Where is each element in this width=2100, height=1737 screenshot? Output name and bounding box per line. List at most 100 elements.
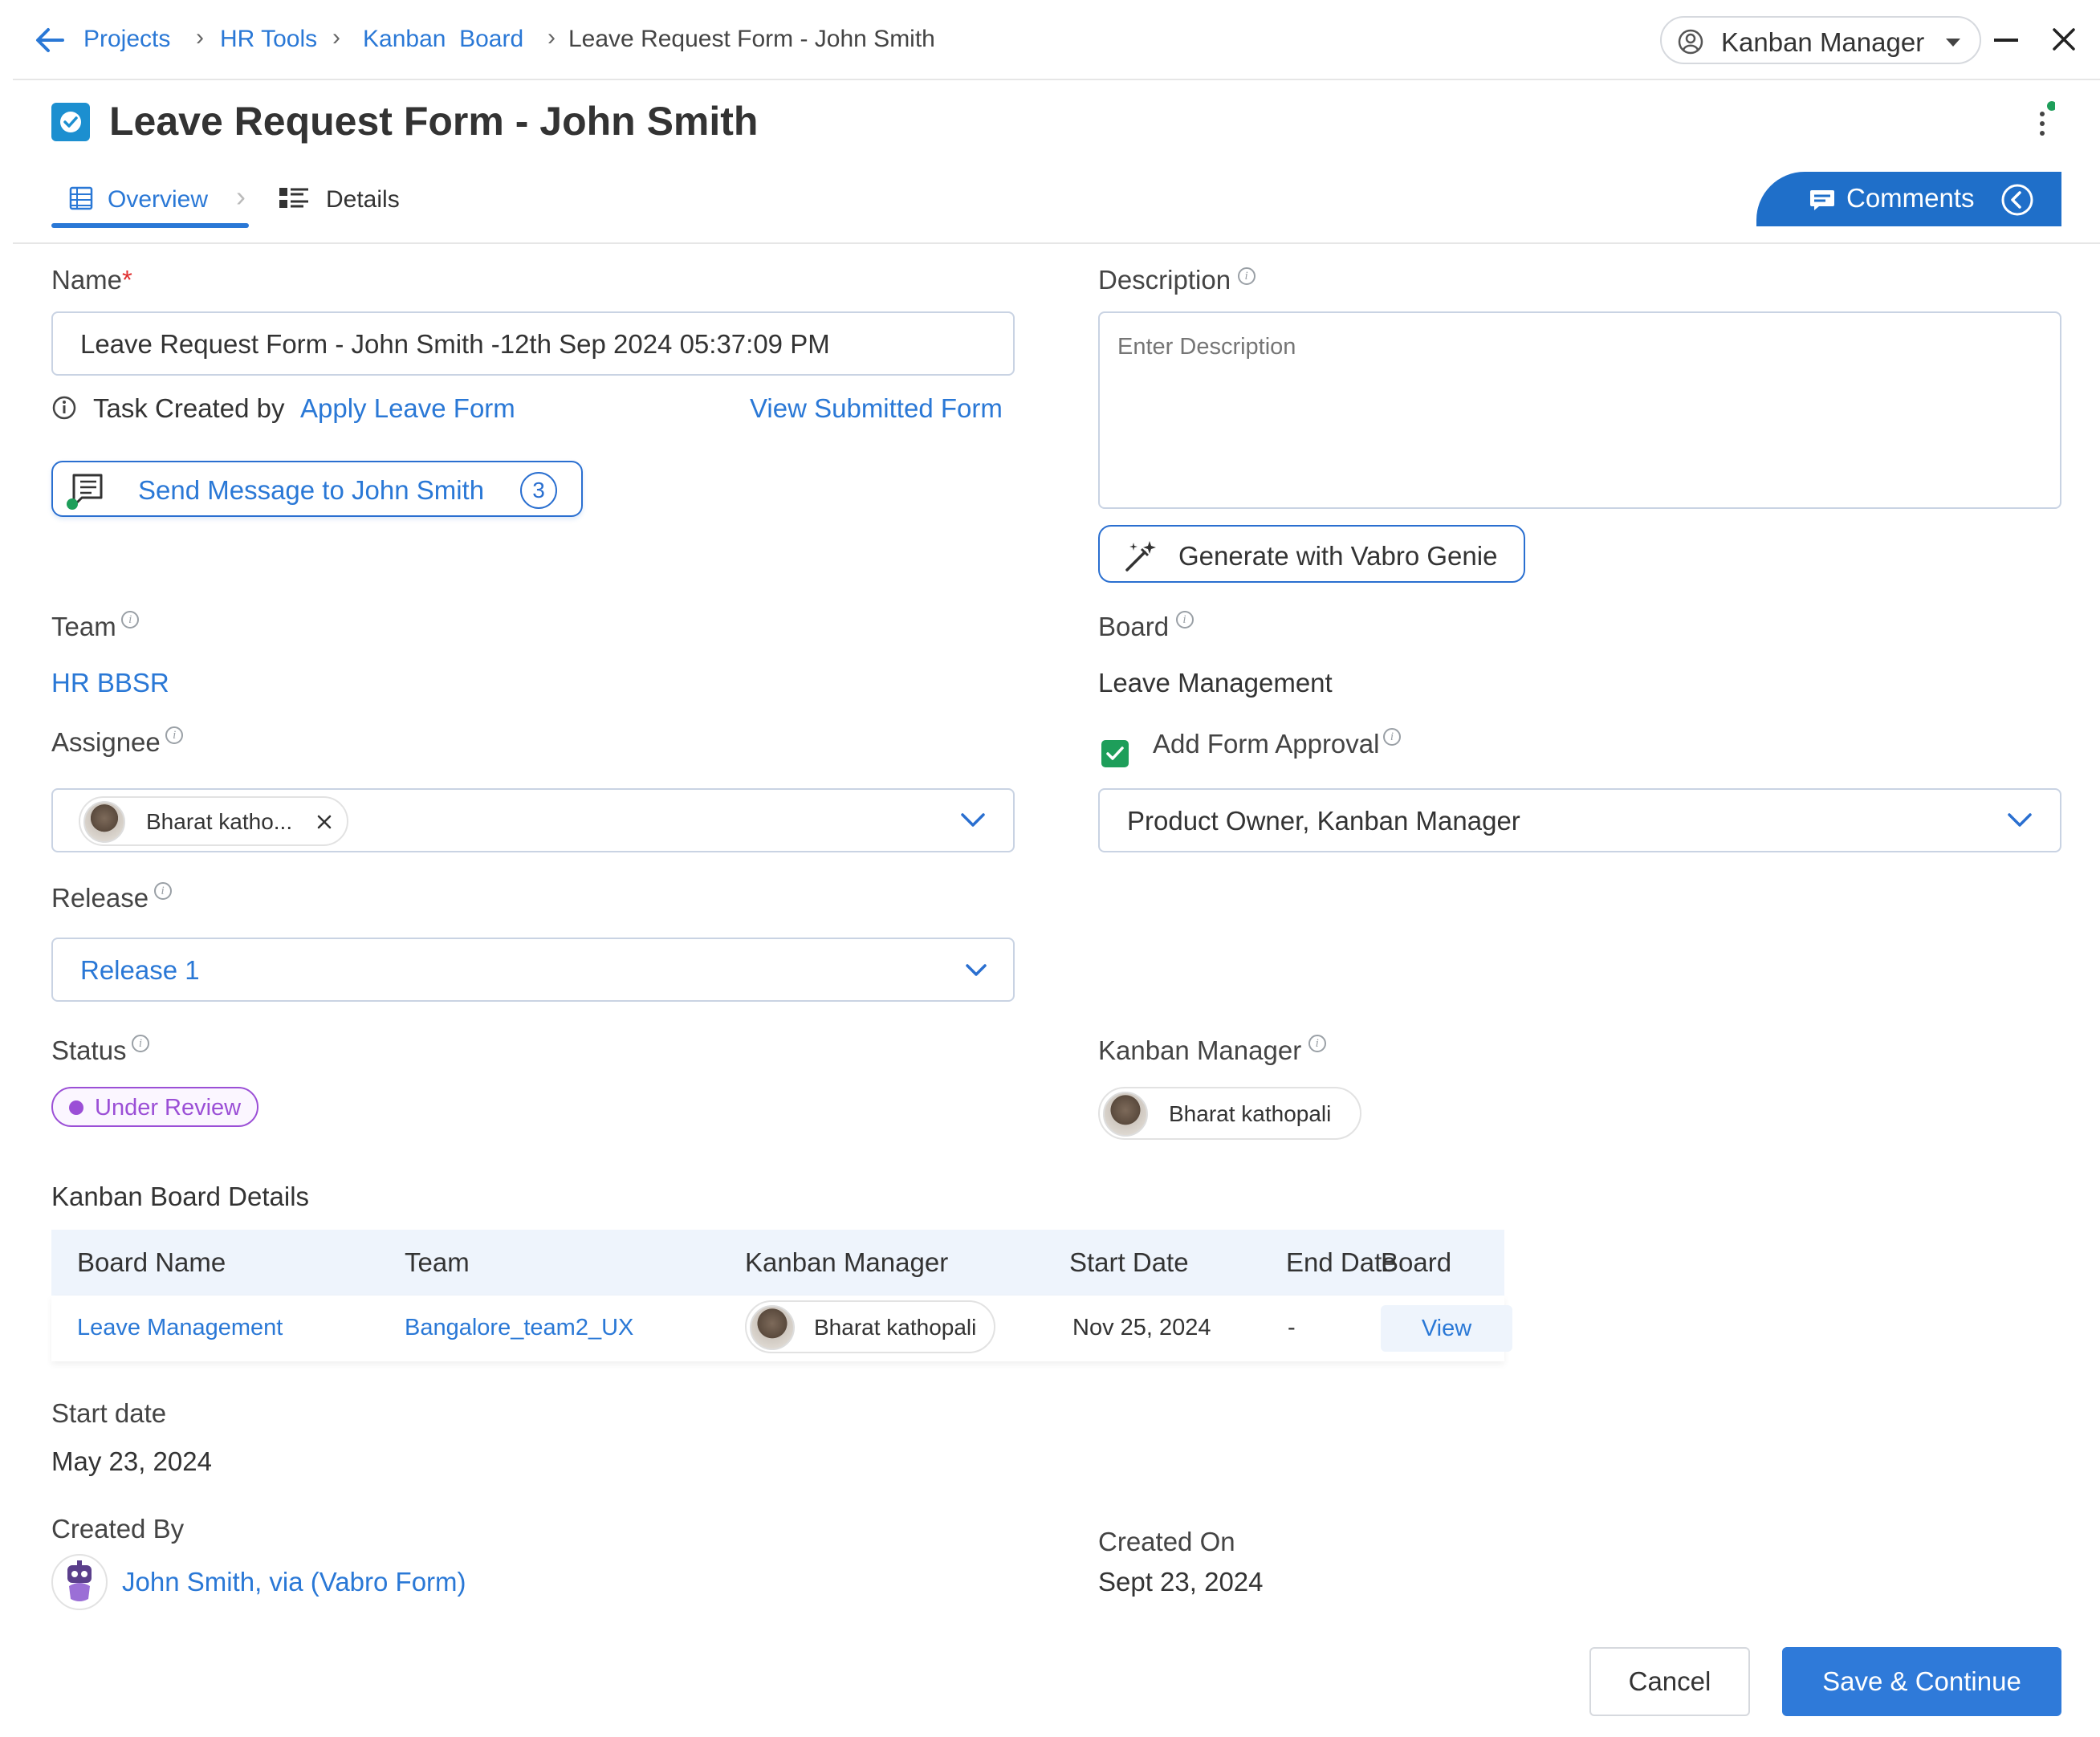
status-badge[interactable]: Under Review [51, 1087, 258, 1127]
message-count-badge: 3 [520, 472, 557, 509]
team-label-text: Team [51, 612, 116, 641]
back-arrow-icon[interactable] [35, 27, 64, 53]
user-circle-icon [1678, 29, 1703, 55]
tab-chevron-icon: › [236, 180, 246, 213]
chevron-down-icon [2008, 813, 2032, 827]
name-label-text: Name [51, 265, 123, 295]
checkmark-icon [1106, 746, 1124, 760]
column-header: Board Name [77, 1247, 226, 1277]
tab-overview[interactable]: Overview [51, 173, 249, 230]
kanban-table-header: Board Name Team Kanban Manager Start Dat… [51, 1230, 1504, 1296]
role-selector[interactable]: Kanban Manager [1660, 16, 1981, 64]
magic-wand-icon [1125, 541, 1156, 572]
minimize-icon[interactable] [1994, 39, 2018, 42]
more-options-icon[interactable] [2031, 101, 2057, 140]
info-icon[interactable]: i [1308, 1035, 1326, 1052]
vabro-bot-avatar [51, 1554, 108, 1610]
role-selector-value: Kanban Manager [1721, 27, 1925, 57]
status-label-text: Status [51, 1035, 127, 1065]
tab-overview-label: Overview [108, 186, 209, 213]
manager-chip: Bharat kathopali [745, 1300, 995, 1353]
view-submitted-form-link[interactable]: View Submitted Form [750, 393, 1003, 424]
add-form-approval-label: Add Form Approval i [1153, 728, 1401, 759]
info-icon[interactable]: i [121, 611, 140, 628]
info-icon[interactable]: i [132, 1035, 150, 1052]
breadcrumb-kanban-board[interactable]: Kanban Board [363, 26, 523, 53]
created-by-value[interactable]: John Smith, via (Vabro Form) [122, 1567, 466, 1597]
apply-leave-form-link[interactable]: Apply Leave Form [300, 393, 515, 424]
comments-label: Comments [1846, 183, 1975, 213]
status-dot-icon [69, 1100, 83, 1115]
column-header: Kanban Manager [745, 1247, 949, 1277]
robot-icon [67, 1560, 92, 1601]
add-form-approval-label-text: Add Form Approval [1153, 729, 1380, 759]
save-continue-button[interactable]: Save & Continue [1782, 1647, 2061, 1716]
description-label: Description i [1098, 265, 1256, 295]
info-icon[interactable]: i [165, 726, 184, 744]
info-circle-icon [52, 396, 76, 420]
breadcrumb-projects[interactable]: Projects [83, 26, 170, 53]
assignee-label: Assignee i [51, 726, 184, 758]
cancel-button[interactable]: Cancel [1589, 1647, 1750, 1716]
release-select[interactable]: Release 1 [51, 938, 1015, 1002]
name-input[interactable]: Leave Request Form - John Smith -12th Se… [51, 311, 1015, 376]
caret-down-icon [1946, 39, 1960, 47]
remove-icon[interactable] [316, 814, 332, 830]
created-on-value: Sept 23, 2024 [1098, 1567, 1264, 1597]
kanban-board-details-title: Kanban Board Details [51, 1182, 310, 1211]
column-header: Board [1381, 1247, 1452, 1277]
description-label-text: Description [1098, 265, 1231, 295]
description-textarea[interactable] [1098, 311, 2061, 509]
created-by-label: Created By [51, 1514, 185, 1544]
task-created-prefix: Task Created by [93, 393, 285, 423]
column-header: Start Date [1069, 1247, 1189, 1277]
top-bar: Projects › HR Tools › Kanban Board › Lea… [13, 0, 2100, 80]
chevron-down-icon [961, 813, 985, 827]
name-input-value: Leave Request Form - John Smith -12th Se… [80, 329, 830, 359]
tabs-divider [13, 242, 2100, 244]
breadcrumb-chevron-icon: › [547, 24, 556, 51]
table-row: Leave Management Bangalore_team2_UX Bhar… [51, 1296, 1512, 1361]
form-approval-select[interactable]: Product Owner, Kanban Manager [1098, 788, 2061, 852]
comments-button[interactable]: Comments [1756, 172, 2061, 226]
board-name-link[interactable]: Leave Management [77, 1315, 283, 1341]
kanban-manager-chip-label: Bharat kathopali [1169, 1101, 1332, 1126]
kanban-manager-label: Kanban Manager i [1098, 1035, 1326, 1066]
board-label-text: Board [1098, 612, 1170, 641]
status-label: Status i [51, 1035, 150, 1066]
board-value: Leave Management [1098, 668, 1333, 698]
info-icon[interactable]: i [153, 882, 172, 900]
task-type-icon [51, 103, 90, 141]
tab-details[interactable]: Details [276, 173, 421, 230]
kanban-manager-label-text: Kanban Manager [1098, 1035, 1302, 1065]
send-message-button[interactable]: Send Message to John Smith 3 [51, 461, 583, 517]
info-icon[interactable]: i [1382, 728, 1401, 746]
assignee-select[interactable]: Bharat katho... [51, 788, 1015, 852]
team-value-link[interactable]: HR BBSR [51, 668, 169, 698]
release-label: Release i [51, 882, 172, 913]
end-date-cell: - [1288, 1315, 1296, 1340]
comment-icon [1810, 190, 1834, 210]
breadcrumb-hr-tools[interactable]: HR Tools [220, 26, 317, 53]
close-icon[interactable] [2052, 27, 2076, 51]
generate-with-genie-button[interactable]: Generate with Vabro Genie [1098, 525, 1525, 583]
generate-with-genie-label: Generate with Vabro Genie [1178, 541, 1498, 571]
assignee-chip: Bharat katho... [79, 796, 348, 846]
info-icon[interactable]: i [1237, 267, 1256, 285]
tab-details-label: Details [326, 186, 400, 213]
add-form-approval-checkbox[interactable] [1101, 740, 1129, 767]
list-icon [69, 186, 93, 210]
team-link[interactable]: Bangalore_team2_UX [405, 1315, 633, 1341]
manager-chip-label: Bharat kathopali [814, 1315, 977, 1340]
assignee-label-text: Assignee [51, 727, 161, 757]
kanban-manager-chip[interactable]: Bharat kathopali [1098, 1087, 1361, 1140]
column-header: End Date [1286, 1247, 1397, 1277]
view-board-button[interactable]: View [1381, 1305, 1512, 1352]
info-icon[interactable]: i [1175, 611, 1194, 628]
team-label: Team i [51, 611, 140, 642]
chat-icon [67, 474, 103, 510]
chevron-down-icon [966, 964, 987, 976]
breadcrumb-current: Leave Request Form - John Smith [568, 26, 935, 52]
required-mark: * [122, 265, 132, 295]
assignee-chip-label: Bharat katho... [146, 809, 293, 834]
